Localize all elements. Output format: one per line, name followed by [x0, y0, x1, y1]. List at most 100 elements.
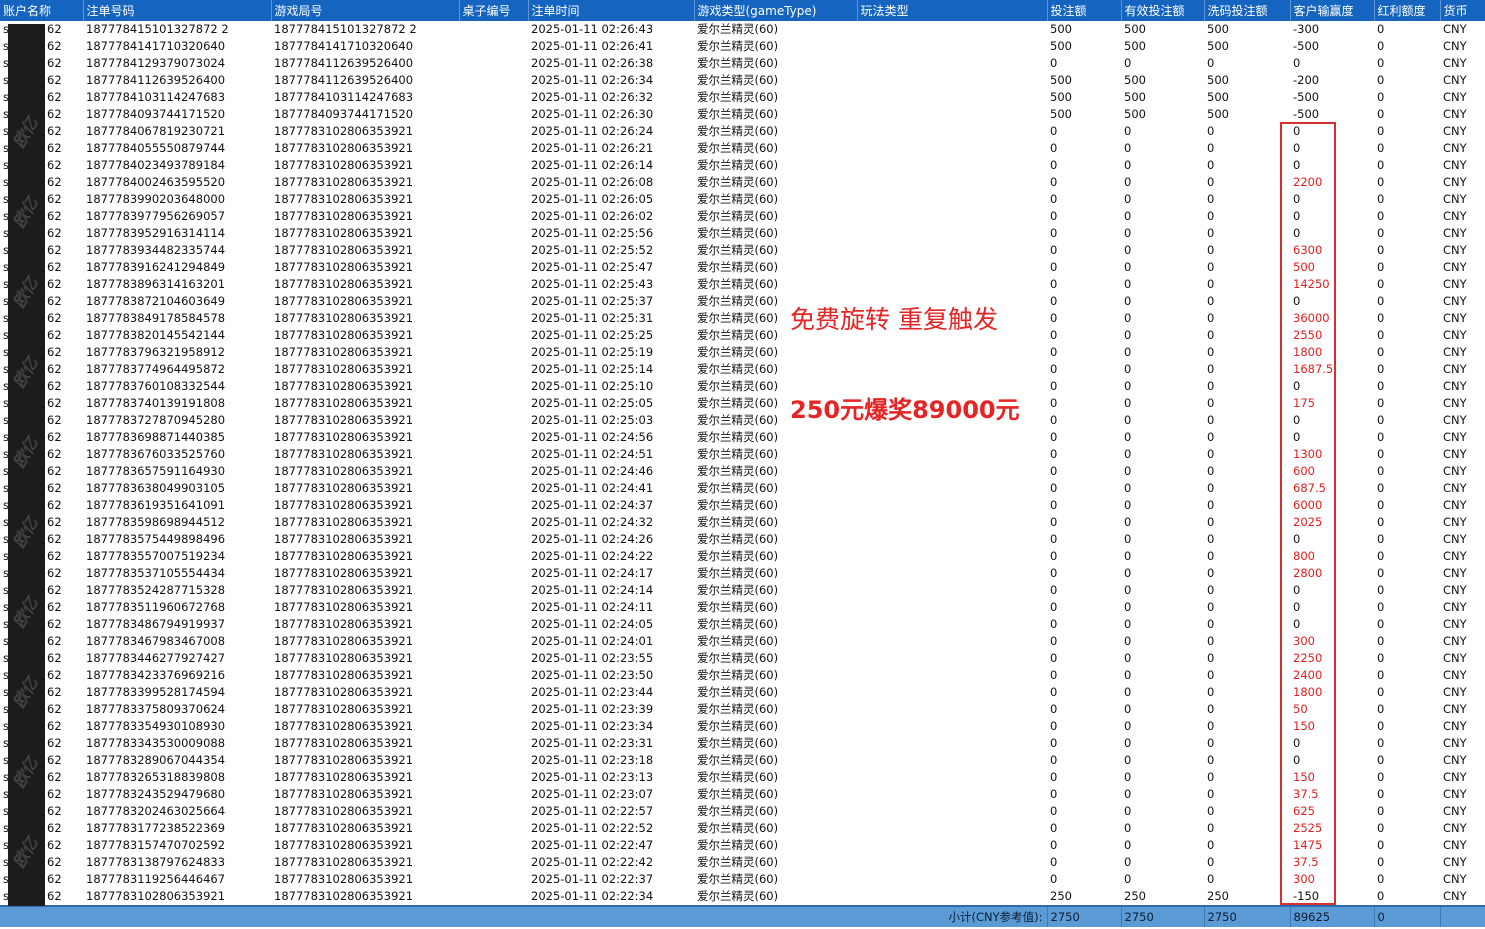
- table-row[interactable]: s 62 1877783399528174594 187778310280635392…: [0, 684, 1485, 701]
- table-row[interactable]: s 62 1877783934482335744 187778310280635392…: [0, 242, 1485, 259]
- table-row[interactable]: s 62 1877783727870945280 187778310280635392…: [0, 412, 1485, 429]
- bonus-cell: 0: [1377, 702, 1385, 716]
- table-row[interactable]: s 62 1877783177238522369 187778310280635392…: [0, 820, 1485, 837]
- currency-cell: CNY: [1443, 158, 1467, 172]
- table-row[interactable]: s 62 1877783796321958912 187778310280635392…: [0, 344, 1485, 361]
- table-row[interactable]: s 62 1877784002463595520 187778310280635392…: [0, 174, 1485, 191]
- table-row[interactable]: s 62 1877783619351641091 187778310280635392…: [0, 497, 1485, 514]
- account-suffix: 62: [47, 872, 62, 886]
- round-number-cell: 1877784141710320640: [274, 39, 414, 53]
- bet-time-cell: 2025-01-11 02:25:37: [531, 294, 654, 308]
- table-row[interactable]: s 62 1877783740139191808 187778310280635392…: [0, 395, 1485, 412]
- table-row[interactable]: s 62 187778415101327872 2 18777841510132787…: [0, 21, 1485, 38]
- bet-amount-cell: 0: [1050, 464, 1058, 478]
- table-row[interactable]: s 62 1877784103114247683 187778410311424768…: [0, 89, 1485, 106]
- bonus-cell: 0: [1377, 209, 1385, 223]
- bet-time-cell: 2025-01-11 02:26:43: [531, 22, 654, 36]
- bet-time-cell: 2025-01-11 02:24:22: [531, 549, 654, 563]
- column-header[interactable]: 洗码投注额: [1204, 0, 1291, 21]
- table-row[interactable]: s 62 1877783698871440385 187778310280635392…: [0, 429, 1485, 446]
- game-type-cell: 爱尔兰精灵(60): [697, 634, 779, 648]
- table-row[interactable]: s 62 1877783977956269057 187778310280635392…: [0, 208, 1485, 225]
- bet-time-cell: 2025-01-11 02:22:37: [531, 872, 654, 886]
- account-suffix: 62: [47, 56, 62, 70]
- table-row[interactable]: s 62 1877783598698944512 187778310280635392…: [0, 514, 1485, 531]
- column-header[interactable]: 投注额: [1047, 0, 1122, 21]
- table-row[interactable]: s 62 1877783657591164930 187778310280635392…: [0, 463, 1485, 480]
- table-row[interactable]: s 62 1877783849178584578 187778310280635392…: [0, 310, 1485, 327]
- account-suffix: 62: [47, 821, 62, 835]
- column-header[interactable]: 红利额度: [1374, 0, 1441, 21]
- table-row[interactable]: s 62 1877783760108332544 187778310280635392…: [0, 378, 1485, 395]
- column-header[interactable]: 账户名称: [0, 0, 84, 21]
- table-row[interactable]: s 62 1877783202463025664 187778310280635392…: [0, 803, 1485, 820]
- column-header[interactable]: 玩法类型: [857, 0, 1048, 21]
- round-number-cell: 1877783102806353921: [274, 770, 414, 784]
- table-row[interactable]: s 62 1877783423376969216 187778310280635392…: [0, 667, 1485, 684]
- table-row[interactable]: s 62 1877783952916314114 187778310280635392…: [0, 225, 1485, 242]
- table-row[interactable]: s 62 1877783265318839808 187778310280635392…: [0, 769, 1485, 786]
- table-row[interactable]: s 62 1877783343530009088 187778310280635392…: [0, 735, 1485, 752]
- wash-bet-cell: 0: [1207, 328, 1215, 342]
- table-row[interactable]: s 62 1877783575449898496 187778310280635392…: [0, 531, 1485, 548]
- table-row[interactable]: s 62 1877783243529479680 187778310280635392…: [0, 786, 1485, 803]
- table-row[interactable]: s 62 1877783102806353921 187778310280635392…: [0, 888, 1485, 906]
- bet-time-cell: 2025-01-11 02:25:43: [531, 277, 654, 291]
- valid-bet-cell: 0: [1124, 566, 1132, 580]
- table-row[interactable]: s 62 1877783446277927427 187778310280635392…: [0, 650, 1485, 667]
- bonus-cell: 0: [1377, 481, 1385, 495]
- bet-number-cell: 1877783265318839808: [86, 770, 226, 784]
- table-row[interactable]: s 62 1877783896314163201 187778310280635392…: [0, 276, 1485, 293]
- round-number-cell: 1877784112639526400: [274, 73, 414, 87]
- table-row[interactable]: s 62 1877783820145542144 187778310280635392…: [0, 327, 1485, 344]
- table-row[interactable]: s 62 1877784112639526400 187778411263952640…: [0, 72, 1485, 89]
- table-row[interactable]: s 62 1877784067819230721 187778310280635392…: [0, 123, 1485, 140]
- table-row[interactable]: s 62 1877783138797624833 187778310280635392…: [0, 854, 1485, 871]
- table-row[interactable]: s 62 1877783774964495872 187778310280635392…: [0, 361, 1485, 378]
- table-row[interactable]: s 62 1877783557007519234 187778310280635392…: [0, 548, 1485, 565]
- column-header[interactable]: 游戏类型(gameType): [694, 0, 858, 21]
- table-row[interactable]: s 62 1877783157470702592 187778310280635392…: [0, 837, 1485, 854]
- account-suffix: 62: [47, 124, 62, 138]
- table-row[interactable]: s 62 1877783872104603649 187778310280635392…: [0, 293, 1485, 310]
- account-suffix: 62: [47, 39, 62, 53]
- column-header[interactable]: 注单号码: [83, 0, 272, 21]
- bet-number-cell: 1877784129379073024: [86, 56, 226, 70]
- table-row[interactable]: s 62 1877783486794919937 187778310280635392…: [0, 616, 1485, 633]
- table-row[interactable]: s 62 1877783119256446467 187778310280635392…: [0, 871, 1485, 888]
- column-header[interactable]: 桌子编号: [459, 0, 529, 21]
- table-row[interactable]: s 62 1877783524287715328 187778310280635392…: [0, 582, 1485, 599]
- table-row[interactable]: s 62 1877783467983467008 187778310280635392…: [0, 633, 1485, 650]
- bet-amount-cell: 0: [1050, 719, 1058, 733]
- account-suffix: 62: [47, 566, 62, 580]
- valid-bet-cell: 0: [1124, 719, 1132, 733]
- table-row[interactable]: s 62 1877784093744171520 187778409374417152…: [0, 106, 1485, 123]
- column-header[interactable]: 客户输赢度: [1290, 0, 1375, 21]
- column-header[interactable]: 游戏局号: [271, 0, 460, 21]
- table-row[interactable]: s 62 1877783375809370624 187778310280635392…: [0, 701, 1485, 718]
- column-header[interactable]: 有效投注额: [1121, 0, 1205, 21]
- table-row[interactable]: s 62 1877783676033525760 187778310280635392…: [0, 446, 1485, 463]
- bet-amount-cell: 0: [1050, 821, 1058, 835]
- bet-amount-cell: 0: [1050, 770, 1058, 784]
- table-row[interactable]: s 62 1877783638049903105 187778310280635392…: [0, 480, 1485, 497]
- column-header[interactable]: 注单时间: [528, 0, 695, 21]
- table-row[interactable]: s 62 1877784129379073024 187778411263952640…: [0, 55, 1485, 72]
- table-row[interactable]: s 62 1877783354930108930 187778310280635392…: [0, 718, 1485, 735]
- table-number-cell: [459, 276, 528, 293]
- wash-bet-cell: 0: [1207, 345, 1215, 359]
- column-header[interactable]: 货币: [1440, 0, 1485, 21]
- bet-time-cell: 2025-01-11 02:26:34: [531, 73, 654, 87]
- table-row[interactable]: s 62 1877784023493789184 187778310280635392…: [0, 157, 1485, 174]
- table-row[interactable]: s 62 1877783916241294849 187778310280635392…: [0, 259, 1485, 276]
- bet-time-cell: 2025-01-11 02:22:52: [531, 821, 654, 835]
- table-row[interactable]: s 62 1877783289067044354 187778310280635392…: [0, 752, 1485, 769]
- table-row[interactable]: s 62 1877783990203648000 187778310280635392…: [0, 191, 1485, 208]
- bonus-cell: 0: [1377, 430, 1385, 444]
- table-row[interactable]: s 62 1877783511960672768 187778310280635392…: [0, 599, 1485, 616]
- table-row[interactable]: s 62 1877784055550879744 187778310280635392…: [0, 140, 1485, 157]
- currency-cell: CNY: [1443, 328, 1467, 342]
- wash-bet-cell: 0: [1207, 617, 1215, 631]
- table-row[interactable]: s 62 1877783537105554434 187778310280635392…: [0, 565, 1485, 582]
- table-row[interactable]: s 62 1877784141710320640 187778414171032064…: [0, 38, 1485, 55]
